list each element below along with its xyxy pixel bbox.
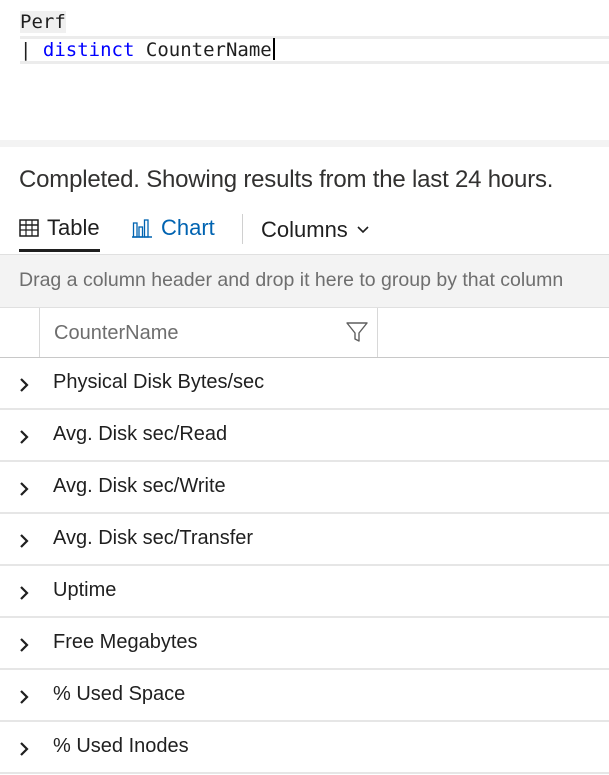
cell-countername: Avg. Disk sec/Write (53, 475, 226, 497)
row-divider (0, 772, 378, 774)
cell-countername: Physical Disk Bytes/sec (53, 371, 265, 393)
results-grid: CounterName Physical Disk Bytes/sec Avg. … (0, 308, 609, 774)
table-icon (19, 219, 39, 237)
table-row[interactable]: Physical Disk Bytes/sec (0, 358, 609, 410)
query-status: Completed. Showing results from the last… (19, 166, 554, 193)
toolbar-divider (242, 214, 243, 244)
tab-active-indicator (19, 249, 100, 252)
filter-icon[interactable] (345, 320, 369, 348)
columns-label: Columns (261, 217, 348, 242)
code-identifier: CounterName (145, 39, 272, 61)
column-header-countername[interactable]: CounterName (41, 308, 378, 357)
text-caret (272, 38, 275, 60)
group-by-drop-zone[interactable]: Drag a column header and drop it here to… (0, 254, 609, 308)
column-header-label: CounterName (54, 322, 179, 344)
code-keyword: distinct (42, 39, 135, 61)
cell-countername: % Used Space (53, 683, 186, 705)
cell-countername: Avg. Disk sec/Transfer (53, 527, 254, 549)
code-pipe: | (20, 39, 32, 61)
tab-chart-label: Chart (161, 215, 215, 240)
chevron-down-icon (356, 225, 370, 235)
grid-header: CounterName (0, 308, 609, 358)
cell-countername: Free Megabytes (53, 631, 198, 653)
results-toolbar: Table Chart Columns (0, 208, 609, 252)
table-row[interactable]: % Used Inodes (0, 722, 609, 774)
group-by-hint: Drag a column header and drop it here to… (19, 269, 564, 291)
chevron-right-icon[interactable] (14, 739, 34, 759)
table-row[interactable]: Avg. Disk sec/Write (0, 462, 609, 514)
chevron-right-icon[interactable] (14, 531, 34, 551)
code-table-name: Perf (20, 11, 66, 33)
cell-countername: % Used Inodes (53, 735, 189, 757)
editor-splitter[interactable] (0, 140, 609, 147)
columns-dropdown-button[interactable]: Columns (261, 208, 370, 252)
chevron-right-icon[interactable] (14, 375, 34, 395)
table-row[interactable]: Avg. Disk sec/Read (0, 410, 609, 462)
expander-column-header (0, 308, 40, 357)
table-row[interactable]: Avg. Disk sec/Transfer (0, 514, 609, 566)
chevron-right-icon[interactable] (14, 583, 34, 603)
grid-body: Physical Disk Bytes/sec Avg. Disk sec/Rea… (0, 358, 609, 774)
code-line-1[interactable]: Perf (20, 8, 66, 36)
chevron-right-icon[interactable] (14, 427, 34, 447)
table-row[interactable]: % Used Space (0, 670, 609, 722)
log-analytics-query-view: Perf | distinct CounterName Completed. S… (0, 0, 609, 775)
query-editor[interactable]: Perf | distinct CounterName (0, 0, 609, 140)
table-row[interactable]: Uptime (0, 566, 609, 618)
cell-countername: Uptime (53, 579, 117, 601)
tab-table[interactable]: Table (19, 208, 100, 252)
chevron-right-icon[interactable] (14, 635, 34, 655)
table-row[interactable]: Free Megabytes (0, 618, 609, 670)
chevron-right-icon[interactable] (14, 687, 34, 707)
bar-chart-icon (131, 218, 153, 238)
tab-chart[interactable]: Chart (131, 208, 215, 248)
row-divider (378, 772, 609, 774)
code-line-2[interactable]: | distinct CounterName (20, 36, 275, 64)
chevron-right-icon[interactable] (14, 479, 34, 499)
tab-table-label: Table (47, 215, 100, 240)
cell-countername: Avg. Disk sec/Read (53, 423, 228, 445)
